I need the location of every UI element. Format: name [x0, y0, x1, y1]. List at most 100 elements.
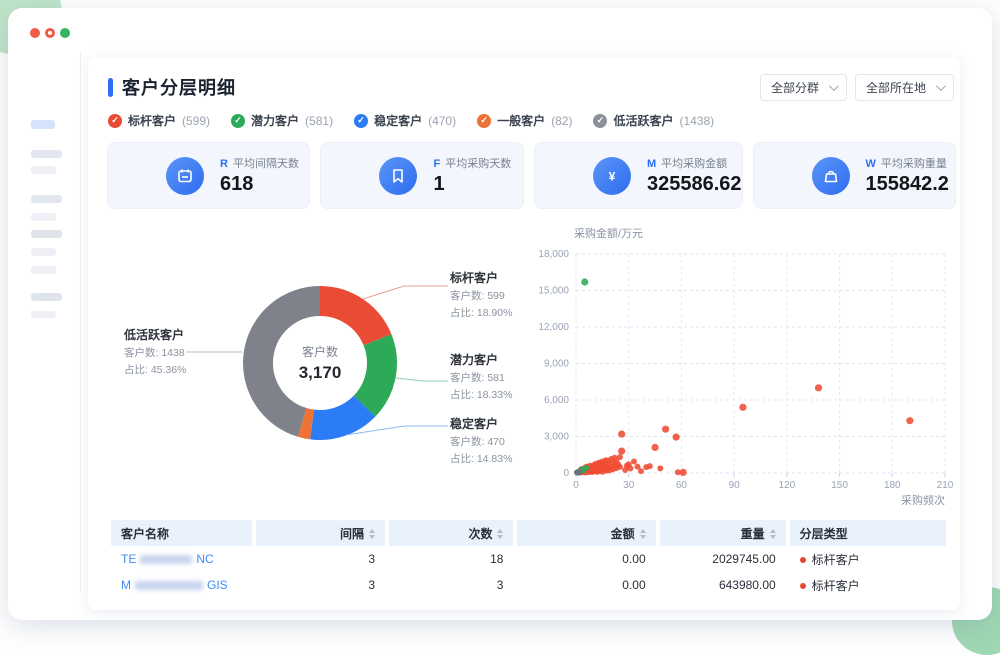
- location-filter-select[interactable]: 全部所在地: [855, 74, 954, 101]
- svg-text:120: 120: [779, 480, 796, 491]
- gap-cell: 3: [256, 572, 385, 598]
- sidebar-item[interactable]: [31, 266, 56, 274]
- svg-text:60: 60: [676, 480, 688, 491]
- yuan-icon: ¥: [593, 157, 631, 195]
- scatter-chart: 03,0006,0009,00012,00015,00018,000030609…: [518, 225, 958, 505]
- sidebar-item[interactable]: [31, 230, 62, 238]
- amount-cell: 0.00: [517, 546, 655, 572]
- page-title: 客户分层明细: [108, 74, 236, 100]
- segment-cell: 标杆客户: [812, 553, 860, 567]
- filter-bar: 全部分群 全部所在地: [760, 74, 954, 101]
- customer-table: 客户名称 间隔 次数 金额 重量 分层类型 TENC 3 18 0.00 202…: [107, 520, 950, 598]
- sidebar-item[interactable]: [31, 195, 62, 203]
- sidebar: [8, 52, 81, 592]
- svg-text:30: 30: [623, 480, 635, 491]
- redacted-text: [140, 555, 192, 564]
- sidebar-item[interactable]: [31, 311, 56, 318]
- check-circle-icon: ✓: [477, 114, 491, 128]
- kpi-value: 325586.62: [647, 173, 742, 196]
- sort-icon[interactable]: [640, 529, 646, 539]
- svg-text:210: 210: [937, 480, 954, 491]
- svg-text:采购金额/万元: 采购金额/万元: [574, 226, 643, 240]
- segment-cell: 标杆客户: [812, 579, 860, 593]
- kpi-card-r: R平均间隔天数 618: [107, 142, 310, 209]
- bookmark-icon: [379, 157, 417, 195]
- legend-item-stable[interactable]: ✓ 稳定客户 (470): [354, 112, 456, 129]
- app-window: 客户分层明细 全部分群 全部所在地 ✓ 标杆客户 (599) ✓ 潜力客户 (5…: [8, 8, 992, 620]
- svg-text:9,000: 9,000: [544, 359, 569, 370]
- kpi-label: 平均采购重量: [881, 158, 947, 170]
- legend-item-general[interactable]: ✓ 一般客户 (82): [477, 112, 572, 129]
- svg-text:90: 90: [729, 480, 741, 491]
- customer-link[interactable]: TENC: [121, 552, 214, 566]
- kpi-value: 618: [220, 173, 299, 196]
- sidebar-item[interactable]: [31, 213, 56, 221]
- kpi-card-f: F平均采购天数 1: [320, 142, 523, 209]
- svg-text:3,000: 3,000: [544, 432, 569, 443]
- col-header-weight[interactable]: 重量: [660, 520, 786, 546]
- svg-text:采购频次: 采购频次: [901, 493, 945, 505]
- weight-cell: 643980.00: [660, 572, 786, 598]
- check-circle-icon: ✓: [593, 114, 607, 128]
- segment-legend: ✓ 标杆客户 (599) ✓ 潜力客户 (581) ✓ 稳定客户 (470) ✓…: [108, 112, 714, 129]
- sort-icon[interactable]: [770, 529, 776, 539]
- customer-link[interactable]: MGIS: [121, 578, 228, 592]
- kpi-label: 平均间隔天数: [233, 158, 299, 170]
- sidebar-item[interactable]: [31, 150, 62, 158]
- svg-text:0: 0: [573, 480, 579, 491]
- col-header-segment: 分层类型: [790, 520, 946, 546]
- legend-item-benchmark[interactable]: ✓ 标杆客户 (599): [108, 112, 210, 129]
- redacted-text: [135, 581, 203, 590]
- segment-dot-icon: [800, 557, 806, 563]
- sort-icon[interactable]: [497, 529, 503, 539]
- chevron-down-icon: [829, 81, 839, 91]
- kpi-card-w: W平均采购重量 155842.2: [753, 142, 956, 209]
- svg-text:¥: ¥: [609, 170, 616, 184]
- col-header-amount[interactable]: 金额: [517, 520, 655, 546]
- times-cell: 3: [389, 572, 513, 598]
- col-header-customer: 客户名称: [111, 520, 252, 546]
- legend-item-potential[interactable]: ✓ 潜力客户 (581): [231, 112, 333, 129]
- kpi-cards: R平均间隔天数 618 F平均采购天数 1 ¥ M平均采购金额: [107, 142, 956, 209]
- legend-item-inactive[interactable]: ✓ 低活跃客户 (1438): [593, 112, 714, 129]
- col-header-times[interactable]: 次数: [389, 520, 513, 546]
- kpi-label: 平均采购天数: [445, 158, 511, 170]
- minimize-window-icon[interactable]: [45, 28, 55, 38]
- svg-text:15,000: 15,000: [538, 286, 569, 297]
- table-header-row: 客户名称 间隔 次数 金额 重量 分层类型: [111, 520, 946, 546]
- charts-section: 客户数 3,170 标杆客户 客户数: 599 占比: 18.90% 潜力客户 …: [88, 218, 960, 514]
- gap-cell: 3: [256, 546, 385, 572]
- window-controls: [30, 28, 70, 38]
- svg-text:12,000: 12,000: [538, 322, 569, 333]
- amount-cell: 0.00: [517, 572, 655, 598]
- sidebar-item[interactable]: [31, 293, 62, 301]
- weight-icon: [812, 157, 850, 195]
- sidebar-item-active[interactable]: [31, 120, 55, 129]
- svg-text:18,000: 18,000: [538, 249, 569, 260]
- sidebar-item[interactable]: [31, 248, 56, 256]
- check-circle-icon: ✓: [231, 114, 245, 128]
- title-accent-bar: [108, 78, 113, 97]
- svg-text:150: 150: [831, 480, 848, 491]
- chevron-down-icon: [936, 81, 946, 91]
- times-cell: 18: [389, 546, 513, 572]
- kpi-value: 1: [433, 173, 511, 196]
- svg-text:180: 180: [884, 480, 901, 491]
- main-panel: 客户分层明细 全部分群 全部所在地 ✓ 标杆客户 (599) ✓ 潜力客户 (5…: [88, 58, 960, 610]
- sidebar-item[interactable]: [31, 166, 56, 174]
- table-row[interactable]: TENC 3 18 0.00 2029745.00 标杆客户: [111, 546, 946, 572]
- col-header-gap[interactable]: 间隔: [256, 520, 385, 546]
- check-circle-icon: ✓: [108, 114, 122, 128]
- table-row[interactable]: MGIS 3 3 0.00 643980.00 标杆客户: [111, 572, 946, 598]
- donut-center-total: 客户数 3,170: [299, 343, 342, 383]
- calendar-icon: [166, 157, 204, 195]
- kpi-label: 平均采购金额: [661, 158, 727, 170]
- maximize-window-icon[interactable]: [60, 28, 70, 38]
- group-filter-select[interactable]: 全部分群: [760, 74, 847, 101]
- svg-text:6,000: 6,000: [544, 395, 569, 406]
- kpi-value: 155842.2: [866, 173, 949, 196]
- sort-icon[interactable]: [369, 529, 375, 539]
- donut-callout-inactive: 低活跃客户 客户数: 1438 占比: 45.36%: [124, 326, 244, 377]
- close-window-icon[interactable]: [30, 28, 40, 38]
- weight-cell: 2029745.00: [660, 546, 786, 572]
